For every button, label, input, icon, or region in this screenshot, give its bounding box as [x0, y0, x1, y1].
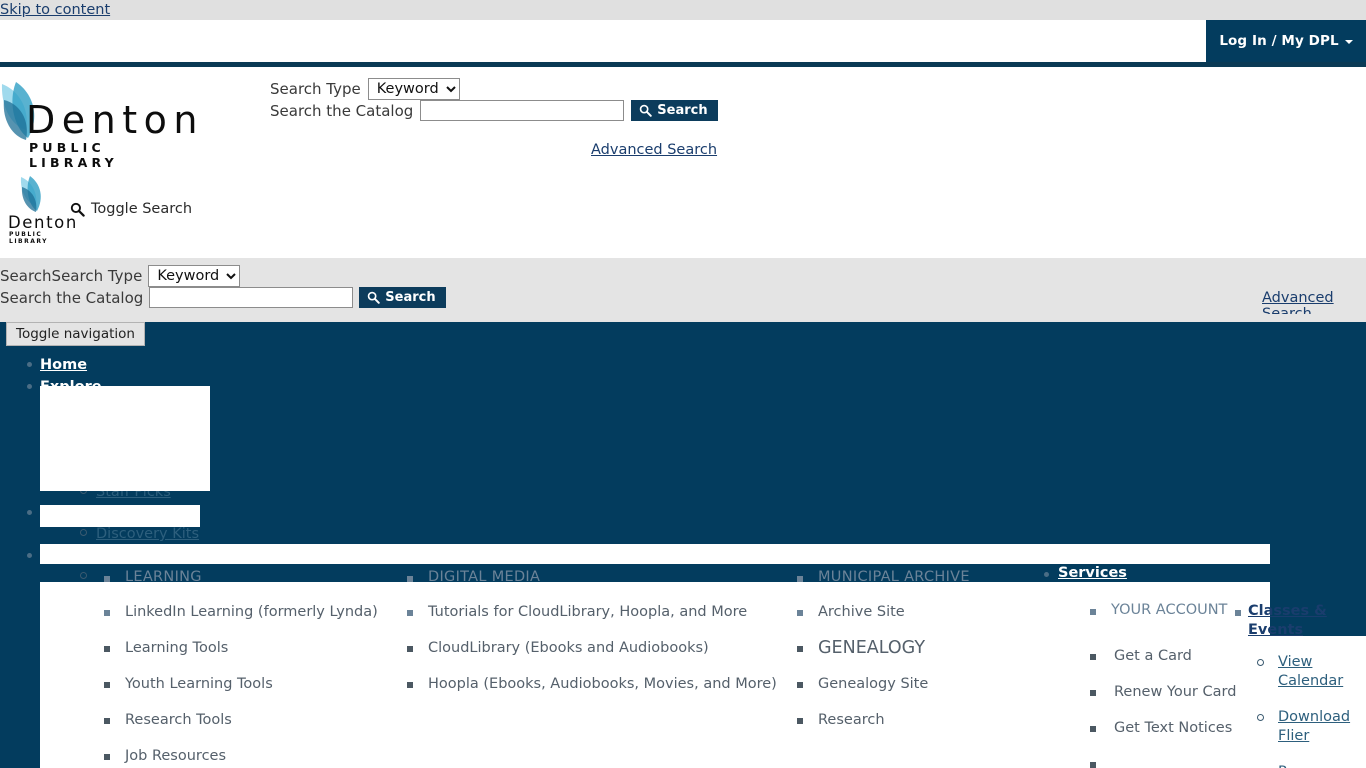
- mega-column-learning: LEARNING LinkedIn Learning (formerly Lyn…: [95, 569, 395, 768]
- classes-events-link[interactable]: Classes & Events: [1248, 602, 1366, 640]
- classes-events-item[interactable]: Download Flier: [1248, 708, 1366, 746]
- mega-item[interactable]: LinkedIn Learning (formerly Lynda): [95, 594, 395, 630]
- mega-item[interactable]: CloudLibrary (Ebooks and Audiobooks): [398, 630, 768, 666]
- mega-heading-municipal-archive: MUNICIPAL ARCHIVE: [788, 569, 1068, 585]
- nav-link-home[interactable]: Home: [40, 356, 87, 375]
- classes-events-column: Classes & Events View Calendar Download …: [1235, 602, 1366, 768]
- mega-item[interactable]: Get Text Notices: [1081, 710, 1236, 746]
- classes-events-bullet: [1235, 610, 1241, 616]
- mega-item[interactable]: Hoopla (Ebooks, Audiobooks, Movies, and …: [398, 666, 777, 702]
- mega-item[interactable]: Research: [788, 702, 1068, 738]
- band-search-button-label: Search: [385, 290, 436, 305]
- mega-heading-learning: LEARNING: [95, 569, 395, 585]
- top-header: [0, 20, 1366, 62]
- logo-wordmark-small: Denton: [8, 213, 78, 232]
- logo-wordmark: Denton: [26, 98, 204, 142]
- band-search-button[interactable]: Search: [359, 287, 446, 308]
- logo-tagline: PUBLIC LIBRARY: [29, 140, 118, 170]
- mega-subheading-genealogy: GENEALOGY: [788, 630, 1068, 666]
- mega-item[interactable]: Get a Card: [1081, 638, 1236, 674]
- band-search-type-row: Search Search Type Keyword: [0, 265, 241, 287]
- skip-to-content-link[interactable]: Skip to content: [0, 1, 110, 19]
- band-search-catalog-row: Search the Catalog Search: [0, 287, 446, 308]
- page-root: Skip to content Log In / My DPL Denton P…: [0, 0, 1366, 768]
- search-input[interactable]: [420, 100, 625, 121]
- mega-item[interactable]: Job Resources: [95, 738, 395, 768]
- mega-list-digital-media: Tutorials for CloudLibrary, Hoopla, and …: [398, 594, 777, 702]
- band-search-prefix-label: Search: [0, 267, 52, 285]
- header-divider-rule: [0, 62, 1366, 67]
- search-type-label: Search Type: [270, 80, 361, 98]
- search-button-label: Search: [657, 103, 708, 118]
- search-icon: [70, 202, 85, 217]
- site-logo[interactable]: Denton PUBLIC LIBRARY: [0, 80, 200, 170]
- search-icon: [640, 104, 653, 117]
- search-icon: [368, 291, 381, 304]
- mega-column-municipal-archive: MUNICIPAL ARCHIVE Archive Site GENEALOGY…: [788, 569, 1068, 738]
- login-label: Log In / My DPL: [1219, 33, 1339, 49]
- search-type-select[interactable]: Keyword: [367, 78, 460, 100]
- skip-band: Skip to content: [0, 0, 1366, 20]
- search-catalog-label: Search the Catalog: [270, 101, 414, 120]
- mega-item[interactable]: Research Tools: [95, 702, 395, 738]
- mega-item[interactable]: Learning Tools: [95, 630, 395, 666]
- toggle-search-button[interactable]: Toggle Search: [70, 201, 192, 217]
- mega-item[interactable]: Archive Site: [788, 594, 1068, 630]
- featured-flyout-panel: [40, 505, 200, 527]
- mega-column-digital-media: DIGITAL MEDIA Tutorials for CloudLibrary…: [398, 569, 777, 702]
- band-search-type-select[interactable]: Keyword: [148, 265, 241, 287]
- navbar-top-gray-strip: [0, 314, 1366, 322]
- search-type-row: Search Type Keyword: [270, 78, 460, 100]
- site-logo-compact[interactable]: Denton PUBLIC LIBRARY: [8, 175, 76, 245]
- mega-item[interactable]: Genealogy Site: [788, 666, 1068, 702]
- toggle-navigation-button[interactable]: Toggle navigation: [6, 322, 145, 346]
- mega-heading-digital-media: DIGITAL MEDIA: [398, 569, 768, 585]
- logo-tagline-small: PUBLIC LIBRARY: [9, 231, 49, 245]
- logo-leaf-icon-small: [20, 176, 41, 212]
- services-bullet: [1044, 572, 1049, 577]
- featured-link-discovery-kits[interactable]: Discovery Kits: [96, 526, 199, 542]
- mega-list-learning: LinkedIn Learning (formerly Lynda) Learn…: [95, 594, 395, 768]
- mega-heading-your-account: YOUR ACCOUNT: [1081, 602, 1227, 618]
- mega-item[interactable]: Tutorials for CloudLibrary, Hoopla, and …: [398, 594, 768, 630]
- mega-list-municipal-archive: Archive Site GENEALOGY Genealogy Site Re…: [788, 594, 1068, 738]
- classes-events-item[interactable]: Programs On Demand: [1248, 763, 1366, 768]
- explore-flyout-panel: [40, 386, 210, 491]
- classes-events-list: View Calendar Download Flier Programs On…: [1248, 653, 1366, 768]
- band-search-input[interactable]: [149, 287, 354, 308]
- mega-list-your-account: Get a Card Renew Your Card Get Text Noti…: [1081, 638, 1236, 768]
- mega-item[interactable]: Renew Your Card: [1081, 674, 1236, 710]
- caret-down-icon: [1344, 40, 1353, 44]
- search-catalog-row: Search the Catalog Search: [270, 100, 718, 121]
- band-search-type-label: Search Type: [51, 267, 143, 285]
- classes-events-item[interactable]: View Calendar: [1248, 653, 1366, 691]
- search-button[interactable]: Search: [631, 100, 718, 121]
- nav-link-services[interactable]: Services: [1058, 565, 1127, 581]
- toggle-search-label: Toggle Search: [91, 201, 193, 217]
- online-library-flyout-strip-1: [40, 544, 1270, 564]
- mega-item[interactable]: Youth Learning Tools: [95, 666, 395, 702]
- login-my-dpl-button[interactable]: Log In / My DPL: [1206, 20, 1366, 62]
- band-search-catalog-label: Search the Catalog: [0, 288, 144, 307]
- nav-item-home[interactable]: Home: [24, 354, 344, 375]
- advanced-search-link[interactable]: Advanced Search: [591, 142, 717, 158]
